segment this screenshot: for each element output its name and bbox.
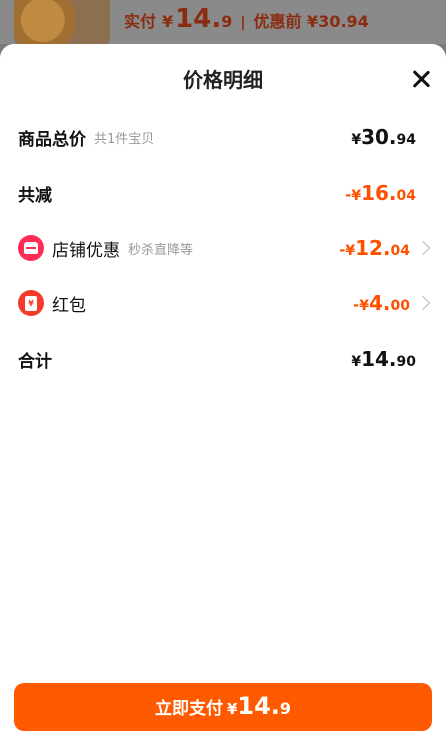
row-red-envelope[interactable]: ¥ 红包 - ¥ 4. 00 (18, 288, 431, 318)
chevron-right-icon[interactable] (415, 240, 431, 256)
row-label: 共减 (18, 185, 52, 206)
background-product-strip: 实付 ¥ 14. 9 | 优惠前 ¥30.94 (0, 0, 446, 44)
row-sub: 秒杀直降等 (128, 242, 194, 258)
close-icon[interactable] (408, 66, 434, 92)
row-label: 商品总价 (18, 129, 86, 150)
row-label: 店铺优惠 (52, 240, 120, 261)
row-goods-total: 商品总价 共1件宝贝 ¥ 30. 94 (18, 122, 428, 152)
background-price: 实付 ¥ 14. 9 | 优惠前 ¥30.94 (124, 4, 369, 34)
row-grand-total: 合计 ¥ 14. 90 (18, 344, 428, 374)
chevron-right-icon[interactable] (415, 295, 431, 311)
shop-icon (18, 235, 44, 261)
sheet-title: 价格明细 (183, 68, 263, 92)
product-thumbnail (14, 0, 110, 44)
price-detail-sheet: 价格明细 商品总价 共1件宝贝 ¥ 30. 94 共减 - ¥ 16. 04 店… (0, 44, 446, 741)
row-amount: ¥ 14. 90 (351, 347, 416, 371)
red-envelope-icon: ¥ (18, 290, 44, 316)
row-sub: 共1件宝贝 (94, 131, 155, 147)
row-total-discount: 共减 - ¥ 16. 04 (18, 178, 428, 208)
row-shop-discount[interactable]: 店铺优惠 秒杀直降等 - ¥ 12. 04 (18, 233, 431, 263)
row-label: 红包 (52, 295, 86, 316)
row-amount: - ¥ 4. 00 (353, 291, 431, 315)
row-amount: - ¥ 12. 04 (339, 236, 431, 260)
row-amount: - ¥ 16. 04 (345, 181, 416, 205)
pay-now-button[interactable]: 立即支付 ¥ 14. 9 (14, 683, 432, 731)
row-label: 合计 (18, 351, 52, 372)
row-amount: ¥ 30. 94 (351, 125, 416, 149)
